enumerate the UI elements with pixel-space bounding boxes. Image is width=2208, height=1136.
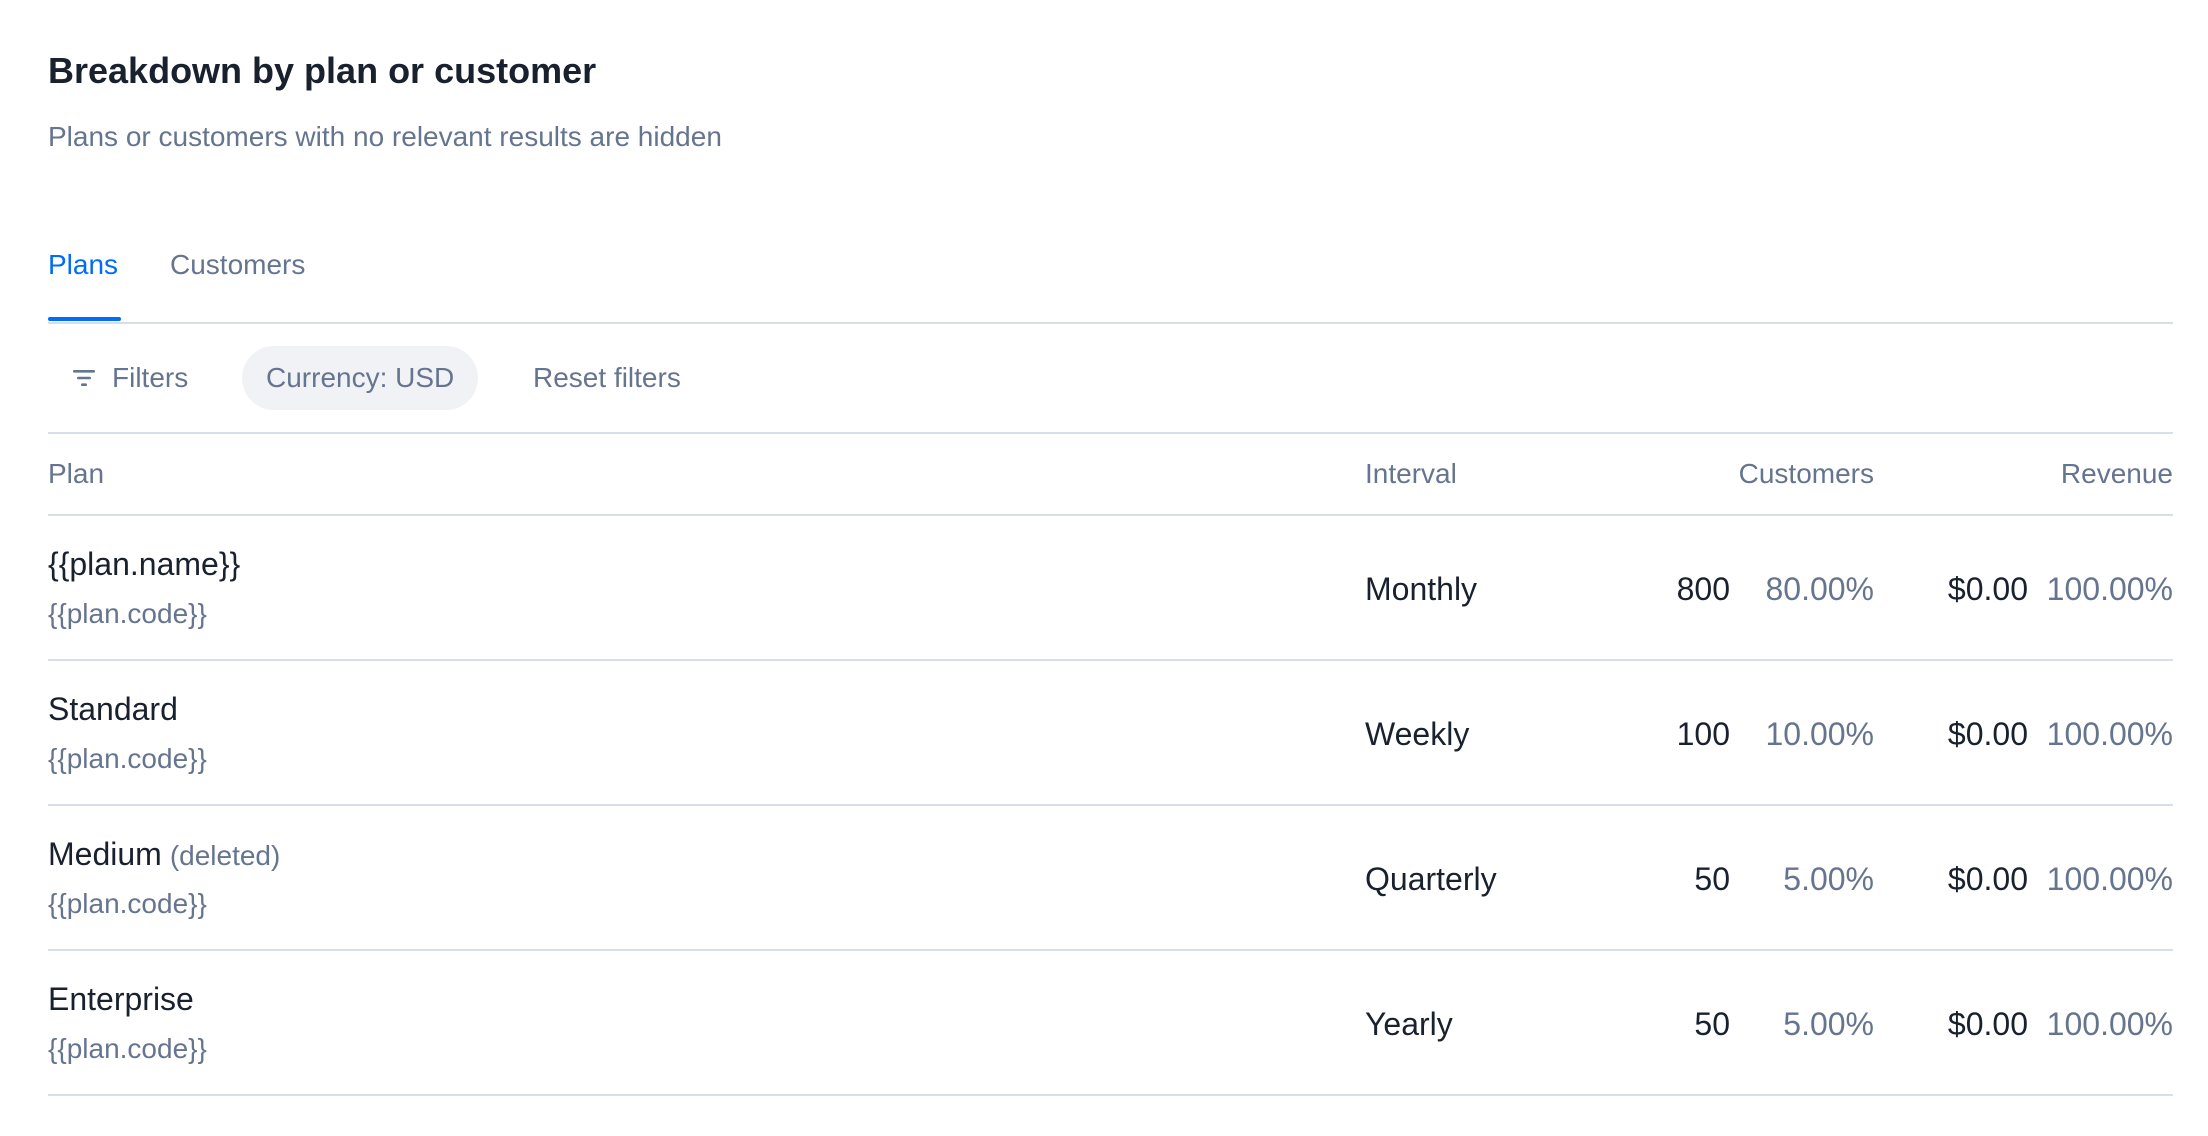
tab-plans[interactable]: Plans <box>48 249 118 281</box>
table-row[interactable]: {{plan.name}} {{plan.code}} Monthly 800 … <box>48 516 2173 661</box>
revenue-amount: $0.00 <box>1947 861 2028 897</box>
customer-count: 50 <box>1694 861 1730 897</box>
customer-percentage: 5.00% <box>1783 861 1874 897</box>
plan-name: Enterprise <box>48 981 194 1018</box>
filters-label: Filters <box>112 362 189 393</box>
plan-code: {{plan.code}} <box>48 888 207 919</box>
plan-name-text: Enterprise <box>48 981 194 1017</box>
plan-code: {{plan.code}} <box>48 1033 207 1064</box>
tab-bar: Plans Customers <box>48 225 2173 324</box>
table-row[interactable]: Medium (deleted) {{plan.code}} Quarterly … <box>48 806 2173 951</box>
plan-code: {{plan.code}} <box>48 598 207 629</box>
plan-interval: Weekly <box>1365 716 1470 752</box>
currency-filter-chip[interactable]: Currency: USD <box>242 346 479 410</box>
plan-name-text: Standard <box>48 691 178 727</box>
revenue-percentage: 100.00% <box>2046 716 2173 752</box>
section-title: Breakdown by plan or customer <box>48 50 597 91</box>
column-header-plan: Plan <box>48 458 105 489</box>
tab-customers[interactable]: Customers <box>170 249 305 281</box>
customer-percentage: 5.00% <box>1783 1006 1874 1042</box>
deleted-tag: (deleted) <box>169 840 281 871</box>
plan-code: {{plan.code}} <box>48 743 207 774</box>
customer-count: 800 <box>1676 571 1730 607</box>
table-row[interactable]: Enterprise {{plan.code}} Yearly 50 5.00%… <box>48 951 2173 1096</box>
customer-count: 50 <box>1694 1006 1730 1042</box>
table-row[interactable]: Standard {{plan.code}} Weekly 100 10.00%… <box>48 661 2173 806</box>
section-subtitle: Plans or customers with no relevant resu… <box>48 121 722 152</box>
revenue-percentage: 100.00% <box>2046 861 2173 897</box>
reset-filters-button[interactable]: Reset filters <box>533 346 681 410</box>
plan-name: {{plan.name}} <box>48 546 240 583</box>
filters-bar: Filters Currency: USD Reset filters <box>48 346 2173 410</box>
filter-lines-icon <box>73 370 95 386</box>
plan-name: Medium (deleted) <box>48 836 280 873</box>
revenue-percentage: 100.00% <box>2046 1006 2173 1042</box>
column-header-customers: Customers <box>1738 458 1874 489</box>
plan-interval: Yearly <box>1365 1006 1453 1042</box>
plan-interval: Monthly <box>1365 571 1478 607</box>
table-header: Plan Interval Customers Revenue <box>48 434 2173 516</box>
filters-button[interactable]: Filters <box>72 346 188 410</box>
plan-name-text: Medium <box>48 836 162 872</box>
revenue-amount: $0.00 <box>1947 1006 2028 1042</box>
column-header-revenue: Revenue <box>2060 458 2173 489</box>
column-header-interval: Interval <box>1365 458 1457 489</box>
revenue-percentage: 100.00% <box>2046 571 2173 607</box>
customer-percentage: 10.00% <box>1765 716 1874 752</box>
customer-percentage: 80.00% <box>1765 571 1874 607</box>
plan-interval: Quarterly <box>1365 861 1497 897</box>
plan-name: Standard <box>48 691 178 728</box>
plan-name-text: {{plan.name}} <box>48 546 241 582</box>
revenue-amount: $0.00 <box>1947 716 2028 752</box>
active-tab-indicator <box>48 317 121 321</box>
customer-count: 100 <box>1676 716 1730 752</box>
revenue-amount: $0.00 <box>1947 571 2028 607</box>
